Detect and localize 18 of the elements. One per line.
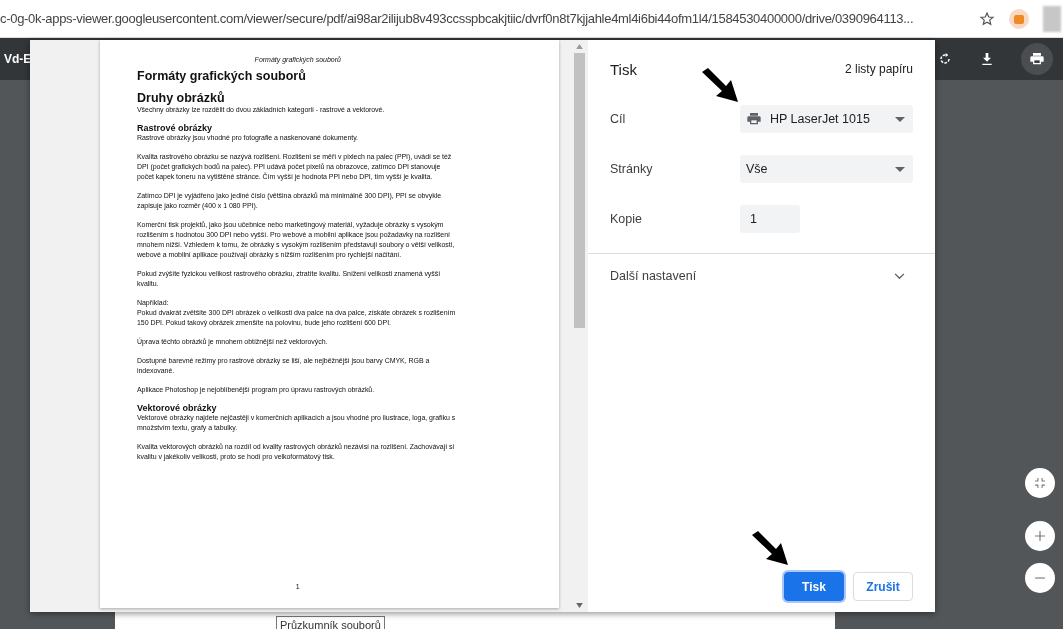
field-label: Stránky [610,162,654,176]
tooltip: Průzkumník souborů [276,616,385,629]
file-title: Vd-E [4,52,32,66]
dialog-title: Tisk [610,60,637,78]
cancel-button[interactable]: Zrušit [853,572,913,601]
document-title: Formáty grafických souborů [137,69,307,83]
subsection-heading: Vektorové obrázky [137,403,218,413]
sheet-count: 2 listy papíru [844,62,913,76]
more-settings-toggle[interactable]: Další nastavení [588,253,935,298]
section-heading: Druhy obrázků [137,91,226,105]
dropdown[interactable]: HP LaserJet 1015 [740,105,913,133]
subsection-heading: Rastrové obrázky [137,123,214,133]
print-button[interactable]: Tisk [784,572,844,601]
copies-field[interactable]: 1 [740,205,800,233]
dropdown[interactable]: Vše [740,155,913,183]
field-label: Kopie [610,212,643,226]
field-label: Cíl [610,112,627,126]
url-text[interactable]: c-0g-0k-apps-viewer.googleusercontent.com/viewer/secure/pdf/ai98ar2ilijub8v493ccsspbcakjtiic/dvrf0n8t7kjjahle4ml4i6bi44ofm1l4/1584530400000/drive/0390964113... [0,11,965,26]
